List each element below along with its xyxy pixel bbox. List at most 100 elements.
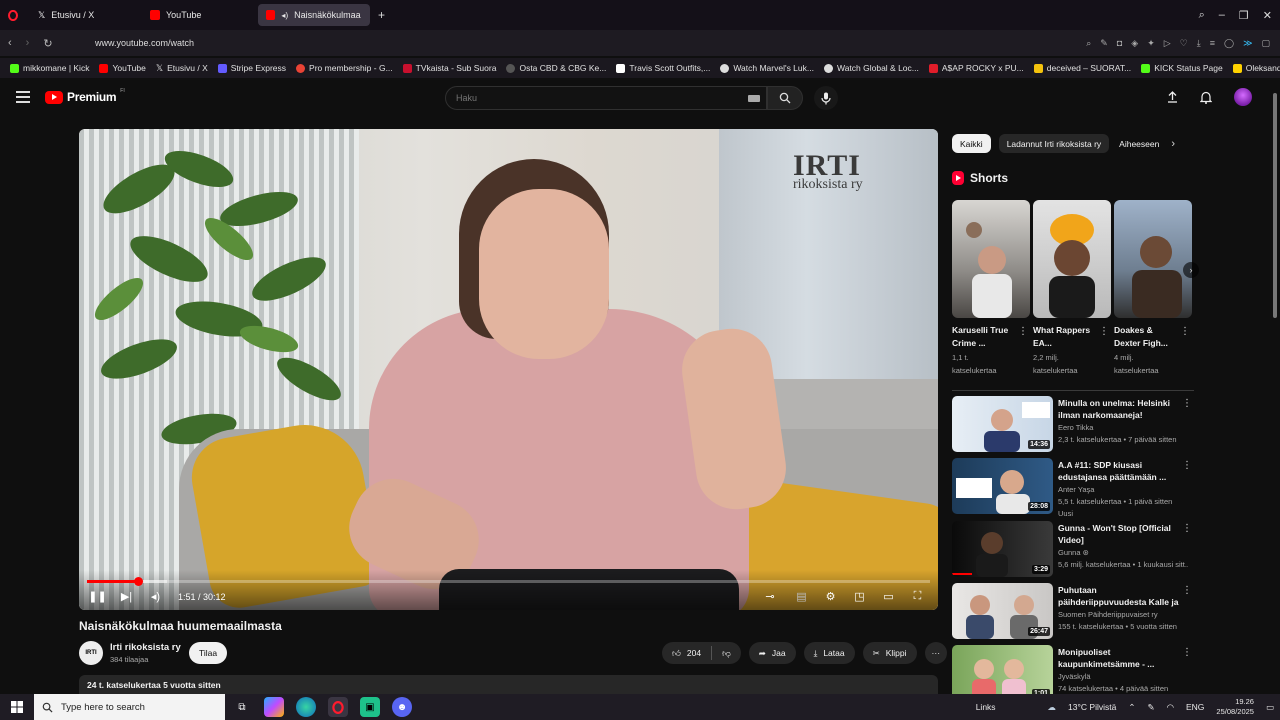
video-thumbnail[interactable]: 1:01	[952, 645, 1053, 701]
download-button[interactable]: ⤓ Lataa	[803, 642, 855, 664]
kebab-menu-icon[interactable]: ⋮	[1018, 326, 1028, 337]
description-box[interactable]: 24 t. katselukertaa 5 vuotta sitten	[79, 675, 938, 695]
channel-name[interactable]: Irti rikoksista ry	[110, 642, 181, 653]
shorts-next-button[interactable]: ›	[1183, 262, 1199, 278]
like-button[interactable]: 👍︎ 204	[662, 642, 711, 664]
extension-icon[interactable]: ✦	[1147, 38, 1155, 49]
youtube-premium-logo[interactable]: Premium FI	[45, 88, 125, 104]
search-button[interactable]	[767, 86, 803, 110]
channel-name[interactable]: Eero Tikka	[1058, 423, 1093, 432]
play-icon[interactable]: ▷	[1164, 38, 1171, 49]
shield-icon[interactable]: ◈	[1131, 38, 1138, 49]
language-indicator[interactable]: ENG	[1186, 702, 1204, 712]
menu-icon[interactable]: ≡	[1210, 38, 1215, 49]
subscribe-button[interactable]: Tilaa	[189, 642, 227, 664]
kebab-menu-icon[interactable]: ⋮	[1099, 326, 1109, 337]
edit-icon[interactable]: ✎	[1100, 38, 1108, 49]
profile-icon[interactable]: ◯	[1224, 38, 1234, 49]
taskbar-search[interactable]: Type here to search	[34, 694, 225, 720]
progress-bar[interactable]	[87, 577, 930, 586]
kebab-menu-icon[interactable]: ⋮	[1182, 398, 1192, 409]
search-input[interactable]	[446, 87, 726, 109]
opera-logo-icon[interactable]	[0, 9, 26, 21]
upload-icon[interactable]	[1167, 91, 1178, 103]
chip-related[interactable]: Aiheeseen	[1117, 134, 1161, 153]
keyboard-icon[interactable]	[748, 95, 760, 102]
new-tab-button[interactable]: +	[378, 8, 385, 22]
short-thumbnail[interactable]	[952, 200, 1030, 318]
heart-icon[interactable]: ♡	[1180, 38, 1188, 49]
bookmark[interactable]: Watch Global & Loc...	[823, 63, 919, 73]
bookmark[interactable]: Osta CBD & CBG Ke...	[506, 63, 606, 73]
volume-icon[interactable]: ◂)	[149, 590, 162, 603]
bookmark[interactable]: YouTube	[99, 63, 146, 73]
page-scrollbar[interactable]	[1272, 85, 1278, 690]
links-toolbar[interactable]: Links	[976, 702, 996, 712]
clip-button[interactable]: ✂ Klippi	[862, 642, 917, 664]
kebab-menu-icon[interactable]: ⋮	[1182, 460, 1192, 471]
channel-name[interactable]: Gunna ⊛	[1058, 548, 1089, 557]
close-button[interactable]: ✕	[1263, 9, 1272, 22]
bookmark[interactable]: TVkaista - Sub Suora	[402, 63, 496, 73]
tab-current-video[interactable]: ◂) Naisnäkökulmaa huu	[258, 4, 370, 26]
short-card[interactable]: What Rappers EA... 2,2 milj. katselukert…	[1033, 200, 1111, 377]
reload-icon[interactable]: ↻	[43, 37, 52, 50]
video-thumbnail[interactable]: 28:08	[952, 458, 1053, 514]
hamburger-menu-icon[interactable]	[16, 91, 30, 103]
bookmark[interactable]: KICK Status Page	[1141, 63, 1223, 73]
opera-icon[interactable]	[328, 697, 348, 717]
download-icon[interactable]: ⤓	[1197, 38, 1201, 49]
bookmark[interactable]: Stripe Express	[217, 63, 286, 73]
kebab-menu-icon[interactable]: ⋮	[1182, 585, 1192, 596]
tab-etusivu-x[interactable]: 𝕏 Etusivu / X	[30, 4, 140, 26]
next-icon[interactable]: ▶|	[120, 590, 133, 603]
task-view-icon[interactable]: ⧉	[232, 697, 252, 717]
sidebar-icon[interactable]: ▢	[1261, 38, 1270, 49]
url-field[interactable]: www.youtube.com/watch	[95, 38, 194, 48]
app-icon[interactable]: ▣	[360, 697, 380, 717]
scrollbar-thumb[interactable]	[1273, 93, 1277, 318]
autoplay-toggle-icon[interactable]: ⊸	[761, 590, 779, 603]
user-avatar[interactable]	[1234, 88, 1252, 106]
short-card[interactable]: Doakes & Dexter Figh... 4 milj. katseluk…	[1114, 200, 1192, 377]
chip-uploaded-by[interactable]: Ladannut Irti rikoksista ry	[998, 134, 1110, 153]
windows-start-icon[interactable]	[0, 694, 34, 720]
recommended-video[interactable]: 28:08 A.A #11: SDP kiusasi edustajansa p…	[952, 458, 1194, 518]
video-thumbnail[interactable]: 26:47	[952, 583, 1053, 639]
back-icon[interactable]: ‹	[8, 37, 12, 50]
notifications-icon[interactable]: ▭	[1266, 702, 1274, 713]
channel-name[interactable]: Jyväskylä	[1058, 672, 1091, 681]
chip-all[interactable]: Kaikki	[952, 134, 991, 153]
subtitles-icon[interactable]: ▤	[795, 590, 808, 603]
voice-search-button[interactable]	[814, 86, 838, 110]
kebab-menu-icon[interactable]: ⋮	[1182, 647, 1192, 658]
wifi-icon[interactable]: ◠	[1167, 702, 1174, 713]
dislike-button[interactable]: 👎︎	[712, 642, 741, 664]
chevron-right-icon[interactable]: ›	[1171, 138, 1175, 150]
copilot-icon[interactable]	[264, 697, 284, 717]
clock[interactable]: 19.26 25/08/2025	[1216, 697, 1254, 717]
short-thumbnail[interactable]	[1033, 200, 1111, 318]
edge-icon[interactable]	[296, 697, 316, 717]
share-button[interactable]: ➦ Jaa	[748, 642, 796, 664]
channel-name[interactable]: Anter Yaşa	[1058, 485, 1094, 494]
recommended-video[interactable]: 26:47 Puhutaan päihderiippuvuudesta Kall…	[952, 583, 1194, 641]
pen-icon[interactable]: ✎	[1147, 702, 1154, 713]
channel-avatar[interactable]: IRTI	[79, 641, 103, 665]
maximize-button[interactable]: ❐	[1239, 9, 1249, 22]
bookmark[interactable]: A$AP ROCKY x PU...	[928, 63, 1024, 73]
kebab-menu-icon[interactable]: ⋮	[1180, 326, 1190, 337]
weather-text[interactable]: 13°C Pilvistä	[1068, 702, 1116, 712]
settings-gear-icon[interactable]: ⚙	[824, 590, 837, 603]
video-thumbnail[interactable]: 3:29	[952, 521, 1053, 577]
video-thumbnail[interactable]: 14:36	[952, 396, 1053, 452]
bookmark[interactable]: mikkomane | Kick	[10, 63, 89, 73]
minimize-button[interactable]: –	[1219, 9, 1225, 21]
more-actions-button[interactable]: ···	[924, 642, 948, 664]
fullscreen-icon[interactable]: ⛶	[911, 590, 924, 603]
recommended-video[interactable]: 14:36 Minulla on unelma: Helsinki ilman …	[952, 396, 1194, 454]
search-tabs-icon[interactable]: ⌕	[1199, 9, 1205, 22]
channel-name[interactable]: Suomen Päihderiippuvaiset ry	[1058, 610, 1158, 619]
discord-icon[interactable]: ☻	[392, 697, 412, 717]
video-player[interactable]: IRTI rikoksista ry ❚❚ ▶| ◂) 1:51 / 30:12…	[79, 129, 938, 610]
